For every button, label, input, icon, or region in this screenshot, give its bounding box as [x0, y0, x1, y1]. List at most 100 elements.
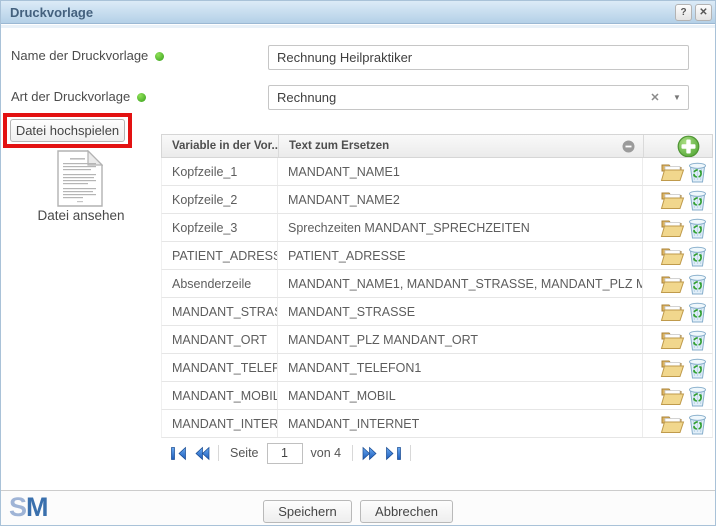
row-actions: [643, 186, 712, 213]
delete-trash-icon[interactable]: [687, 301, 708, 323]
delete-trash-icon[interactable]: [687, 385, 708, 407]
open-folder-icon[interactable]: [660, 413, 685, 434]
open-folder-icon[interactable]: [660, 189, 685, 210]
next-page-button[interactable]: [361, 444, 379, 462]
cell-variable: Kopfzeile_2: [162, 186, 278, 213]
document-preview-icon[interactable]: [57, 150, 103, 207]
row-actions: [643, 326, 712, 353]
cell-text: MANDANT_STRASSE: [278, 298, 643, 325]
previous-page-button[interactable]: [192, 444, 210, 462]
column-header-text[interactable]: Text zum Ersetzen: [279, 135, 644, 157]
type-label: Art der Druckvorlage: [11, 89, 146, 104]
open-folder-icon[interactable]: [660, 357, 685, 378]
dialog-titlebar[interactable]: Druckvorlage: [1, 1, 715, 24]
cell-text: MANDANT_PLZ MANDANT_ORT: [278, 326, 643, 353]
row-actions: [643, 354, 712, 381]
cell-variable: Kopfzeile_1: [162, 158, 278, 185]
table-row[interactable]: Absenderzeile MANDANT_NAME1, MANDANT_STR…: [161, 270, 713, 298]
toolbar-separator: [410, 445, 411, 461]
table-body: Kopfzeile_1 MANDANT_NAME1: [161, 158, 713, 438]
add-row-icon[interactable]: [677, 135, 700, 157]
cell-variable: MANDANT_STRASSE: [162, 298, 278, 325]
cell-variable: Kopfzeile_3: [162, 214, 278, 241]
table-row[interactable]: MANDANT_ORT MANDANT_PLZ MANDANT_ORT: [161, 326, 713, 354]
delete-trash-icon[interactable]: [687, 357, 708, 379]
cell-variable: PATIENT_ADRESSE: [162, 242, 278, 269]
required-dot-icon: [137, 93, 146, 102]
page-number-input[interactable]: [267, 443, 303, 464]
cell-text: MANDANT_NAME2: [278, 186, 643, 213]
template-type-combobox[interactable]: Rechnung ✕ ▼: [268, 85, 689, 110]
delete-trash-icon[interactable]: [687, 161, 708, 183]
open-folder-icon[interactable]: [660, 329, 685, 350]
open-folder-icon[interactable]: [660, 301, 685, 322]
grid-header: Variable in der Vor... Text zum Ersetzen: [161, 134, 713, 158]
cell-text: Sprechzeiten MANDANT_SPRECHZEITEN: [278, 214, 643, 241]
delete-trash-icon[interactable]: [687, 413, 708, 435]
cell-variable: MANDANT_TELEFON1: [162, 354, 278, 381]
row-actions: [643, 298, 712, 325]
row-actions: [643, 410, 712, 437]
page-count-label: von 4: [308, 446, 345, 460]
delete-trash-icon[interactable]: [687, 245, 708, 267]
table-row[interactable]: Kopfzeile_3 Sprechzeiten MANDANT_SPRECHZ…: [161, 214, 713, 242]
table-row[interactable]: MANDANT_MOBIL MANDANT_MOBIL: [161, 382, 713, 410]
table-row[interactable]: MANDANT_TELEFON1 MANDANT_TELEFON1: [161, 354, 713, 382]
app-logo: SM: [9, 492, 48, 523]
delete-trash-icon[interactable]: [687, 273, 708, 295]
help-icon[interactable]: ?: [675, 4, 692, 21]
first-page-button[interactable]: [169, 444, 187, 462]
cell-text: MANDANT_MOBIL: [278, 382, 643, 409]
delete-trash-icon[interactable]: [687, 189, 708, 211]
toolbar-separator: [352, 445, 353, 461]
table-row[interactable]: PATIENT_ADRESSE PATIENT_ADRESSE: [161, 242, 713, 270]
row-actions: [643, 214, 712, 241]
cell-variable: MANDANT_INTERNET: [162, 410, 278, 437]
open-folder-icon[interactable]: [660, 217, 685, 238]
open-folder-icon[interactable]: [660, 273, 685, 294]
row-actions: [643, 382, 712, 409]
row-actions: [643, 242, 712, 269]
table-row[interactable]: Kopfzeile_2 MANDANT_NAME2: [161, 186, 713, 214]
dialog-title: Druckvorlage: [10, 5, 93, 20]
chevron-down-icon[interactable]: ▼: [666, 93, 688, 102]
annotation-highlight-box: [3, 113, 132, 148]
clear-icon[interactable]: ✕: [644, 91, 666, 104]
druckvorlage-dialog: Druckvorlage ? ✕ Name der Druckvorlage A…: [0, 0, 716, 526]
paging-toolbar: Seite von 4: [161, 438, 713, 468]
row-actions: [643, 270, 712, 297]
table-row[interactable]: Kopfzeile_1 MANDANT_NAME1: [161, 158, 713, 186]
column-header-variable[interactable]: Variable in der Vor...: [162, 135, 279, 157]
cell-variable: Absenderzeile: [162, 270, 278, 297]
required-dot-icon: [155, 52, 164, 61]
open-folder-icon[interactable]: [660, 385, 685, 406]
cell-variable: MANDANT_ORT: [162, 326, 278, 353]
toolbar-separator: [218, 445, 219, 461]
column-menu-icon[interactable]: [622, 140, 635, 153]
open-folder-icon[interactable]: [660, 245, 685, 266]
cell-variable: MANDANT_MOBIL: [162, 382, 278, 409]
row-actions: [643, 158, 712, 185]
delete-trash-icon[interactable]: [687, 329, 708, 351]
titlebar-strip: [1, 25, 715, 28]
cell-text: MANDANT_NAME1: [278, 158, 643, 185]
cell-text: MANDANT_TELEFON1: [278, 354, 643, 381]
table-row[interactable]: MANDANT_STRASSE MANDANT_STRASSE: [161, 298, 713, 326]
dialog-footer: SM Speichern Abbrechen: [1, 490, 715, 525]
template-name-input[interactable]: [268, 45, 689, 70]
delete-trash-icon[interactable]: [687, 217, 708, 239]
close-icon[interactable]: ✕: [695, 4, 712, 21]
page-label: Seite: [227, 446, 262, 460]
open-folder-icon[interactable]: [660, 161, 685, 182]
view-file-label: Datei ansehen: [1, 208, 161, 223]
save-button[interactable]: Speichern: [263, 500, 352, 523]
cancel-button[interactable]: Abbrechen: [360, 500, 453, 523]
column-header-actions: [644, 135, 712, 157]
last-page-button[interactable]: [384, 444, 402, 462]
cell-text: MANDANT_NAME1, MANDANT_STRASSE, MANDANT_…: [278, 270, 643, 297]
combobox-value: Rechnung: [269, 90, 644, 105]
name-label: Name der Druckvorlage: [11, 48, 164, 63]
table-row[interactable]: MANDANT_INTERNET MANDANT_INTERNET: [161, 410, 713, 438]
variables-grid: Variable in der Vor... Text zum Ersetzen: [161, 134, 713, 468]
cell-text: PATIENT_ADRESSE: [278, 242, 643, 269]
